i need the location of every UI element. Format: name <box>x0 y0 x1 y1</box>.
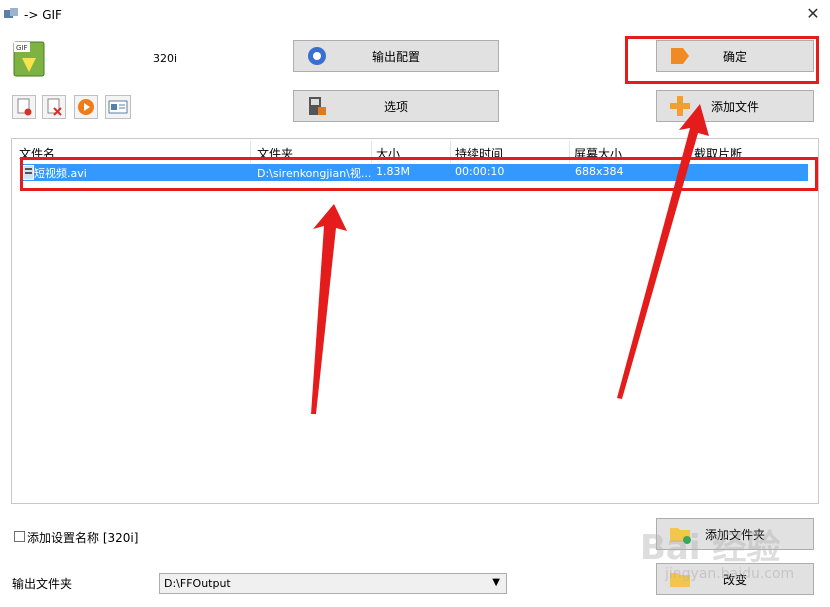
watermark-url: jingyan.baidu.com <box>665 566 795 582</box>
output-folder-value: D:\FFOutput <box>164 577 231 590</box>
chevron-down-icon: ▼ <box>492 577 500 588</box>
watermark: Bai 经验 <box>640 528 781 568</box>
annotation-arrow-right <box>617 104 709 399</box>
annotation-arrows <box>311 104 709 414</box>
output-folder-label: 输出文件夹 <box>12 577 73 591</box>
output-folder-select[interactable]: D:\FFOutput ▼ <box>159 573 507 594</box>
add-setting-name-label: 添加设置名称 [320i] <box>27 531 139 545</box>
add-setting-name-checkbox[interactable] <box>14 531 25 542</box>
annotation-arrow-left <box>311 204 347 414</box>
